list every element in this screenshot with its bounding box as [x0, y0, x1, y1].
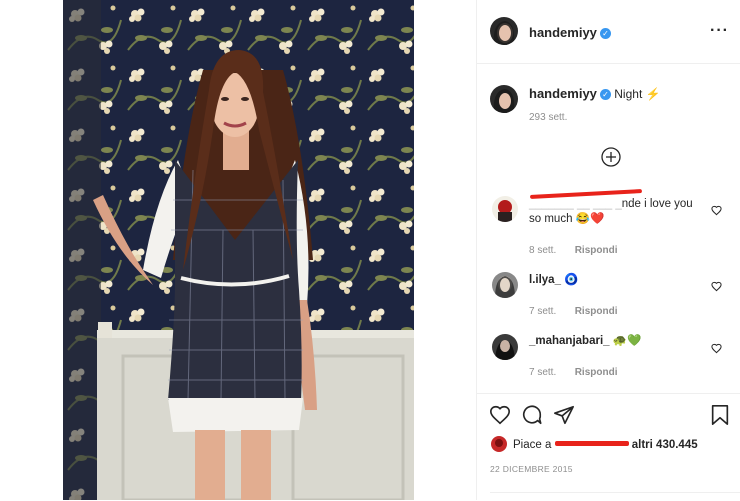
reply-button[interactable]: Rispondi: [575, 306, 618, 317]
comment-like-icon[interactable]: [711, 279, 722, 297]
comment-emoji: 😂❤️: [575, 213, 605, 225]
comment-like-icon[interactable]: [711, 203, 722, 221]
comment-icon[interactable]: [521, 404, 543, 431]
verified-badge-icon: ✓: [599, 28, 611, 39]
comment-avatar[interactable]: [492, 272, 518, 298]
comment-age: 7 sett.: [529, 306, 557, 317]
liker-avatar[interactable]: [491, 436, 507, 452]
divider: [490, 492, 740, 493]
comment-text: l.ilya_ 🧿: [529, 273, 579, 288]
comment-emoji: 🐢💚: [612, 335, 642, 347]
post-actions: Piace a altri 430.445 22 DICEMBRE 2015: [477, 393, 740, 501]
caption-text: Night: [614, 87, 643, 101]
author-avatar[interactable]: [490, 17, 518, 45]
heart-icon[interactable]: [489, 404, 511, 431]
bookmark-icon[interactable]: [710, 404, 730, 431]
comment-emoji: 🧿: [564, 274, 579, 286]
comment-like-icon[interactable]: [711, 341, 722, 359]
caption-age: 293 sett.: [529, 112, 568, 123]
comment-text: _______ __ ___ _nde i love you so much 😂…: [529, 198, 693, 225]
share-icon[interactable]: [553, 404, 575, 431]
comment-age: 7 sett.: [529, 367, 557, 378]
likes-suffix[interactable]: altri 430.445: [632, 439, 698, 451]
plus-circle-icon[interactable]: [601, 147, 621, 172]
comment-meta: 8 sett. Rispondi: [529, 240, 617, 258]
redacted-liker: [554, 438, 629, 448]
post-header: handemiyy ✓ ···: [477, 0, 740, 64]
reply-button[interactable]: Rispondi: [575, 367, 618, 378]
post-image: [63, 0, 414, 500]
comment-meta: 7 sett. Rispondi: [529, 362, 617, 380]
comment-text: _mahanjabari_ 🐢💚: [529, 334, 641, 349]
caption: handemiyy ✓ Night ⚡: [529, 86, 661, 101]
likes-prefix: Piace a: [513, 439, 552, 451]
caption-username[interactable]: handemiyy: [529, 86, 597, 101]
post-date: 22 DICEMBRE 2015: [490, 464, 573, 474]
comment-avatar[interactable]: [492, 196, 518, 222]
comment-avatar[interactable]: [492, 334, 518, 360]
caption-avatar[interactable]: [490, 85, 518, 113]
comment-username[interactable]: l.ilya_: [529, 274, 561, 286]
post-sidebar: handemiyy ✓ ··· handemiyy ✓ Night ⚡ 293 se…: [476, 0, 740, 500]
author-username[interactable]: handemiyy: [529, 25, 597, 40]
more-options-icon[interactable]: ···: [710, 22, 729, 40]
comment-age: 8 sett.: [529, 245, 557, 256]
caption-emoji: ⚡: [645, 87, 661, 101]
post-photo[interactable]: [63, 0, 414, 500]
reply-button[interactable]: Rispondi: [575, 245, 618, 256]
comment-meta: 7 sett. Rispondi: [529, 301, 617, 319]
likes-line: Piace a altri 430.445: [513, 438, 698, 451]
verified-badge-icon: ✓: [599, 89, 611, 100]
comment-username[interactable]: _mahanjabari_: [529, 335, 610, 347]
